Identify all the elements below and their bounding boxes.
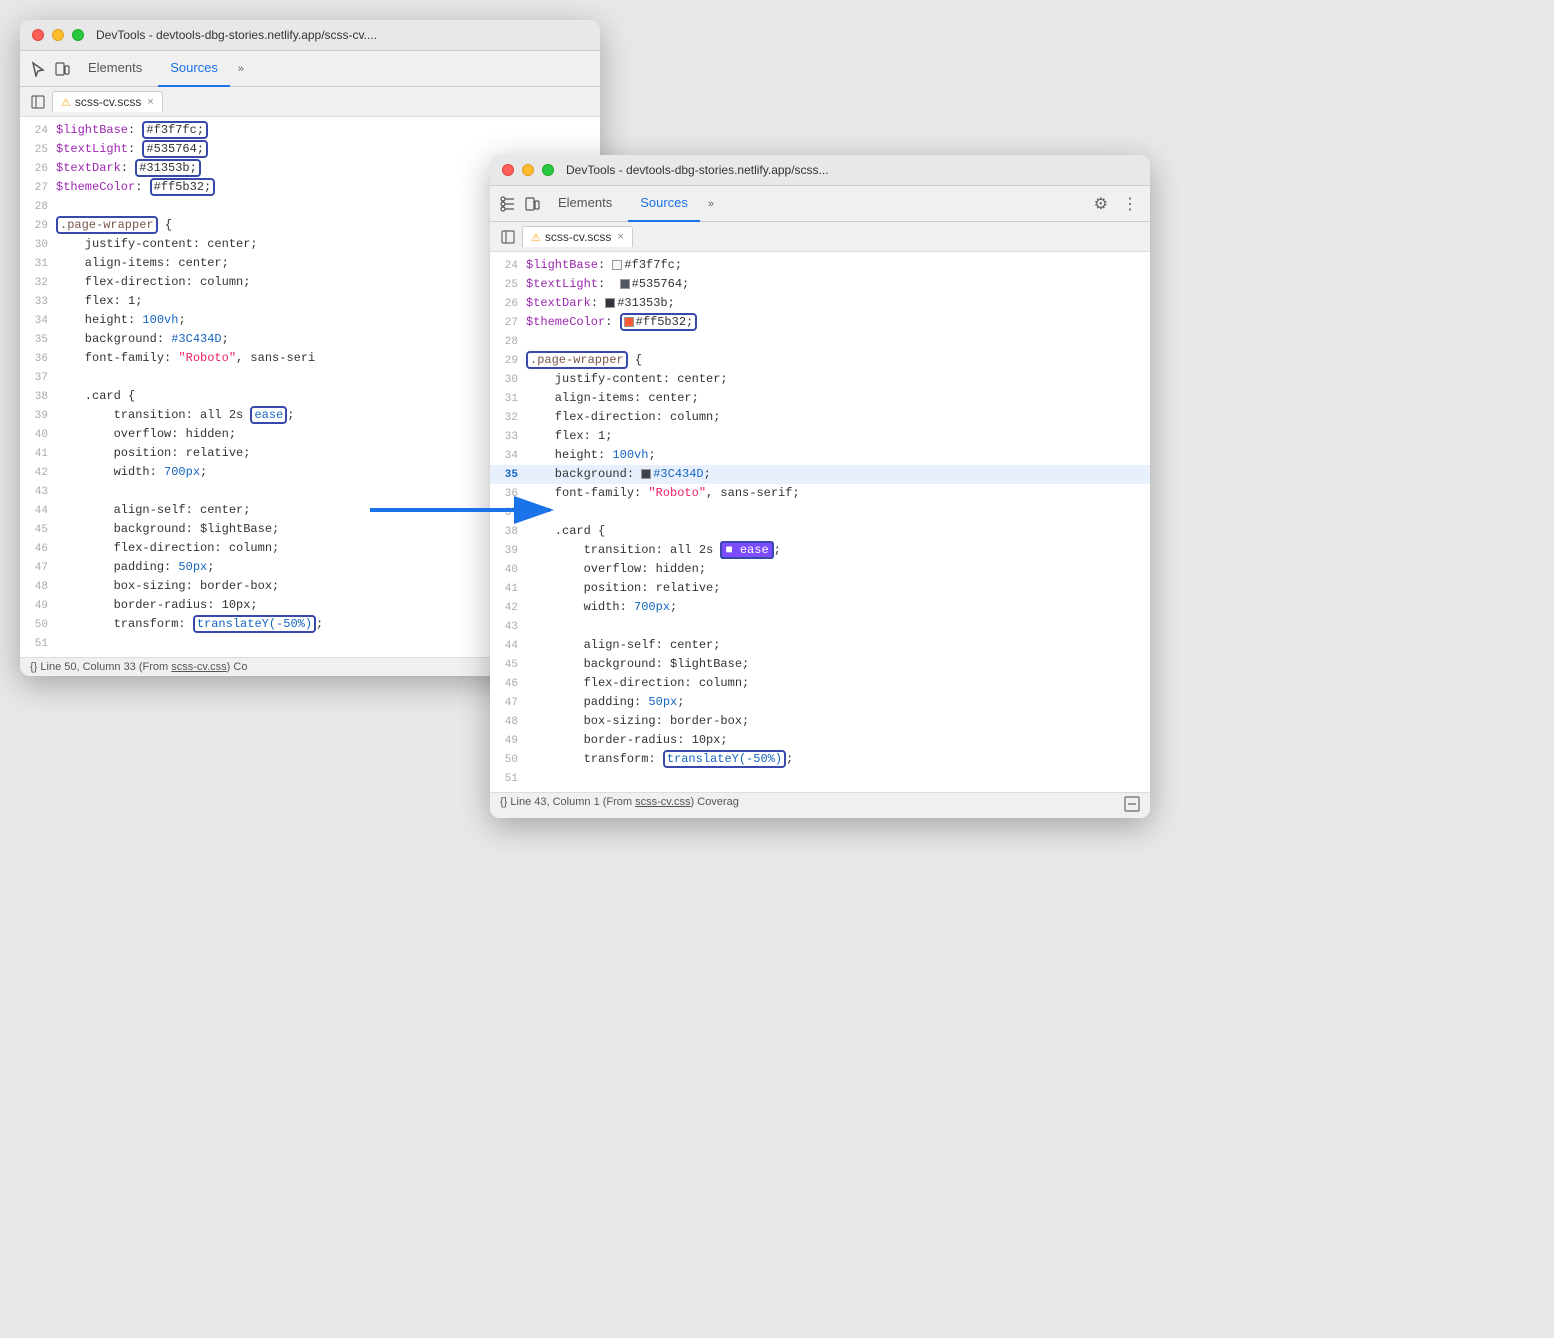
file-tab-bar-right: ⚠ scss-cv.scss ×: [490, 222, 1150, 252]
status-text-left: {} Line 50, Column 33 (From scss-cv.css)…: [30, 661, 247, 673]
tab-elements-right[interactable]: Elements: [546, 186, 624, 222]
file-tab-right[interactable]: ⚠ scss-cv.scss ×: [522, 226, 633, 247]
cursor-icon-right[interactable]: [498, 194, 518, 214]
chevron-more-left[interactable]: »: [238, 63, 244, 75]
tab-sources-left[interactable]: Sources: [158, 51, 230, 87]
titlebar-right: DevTools - devtools-dbg-stories.netlify.…: [490, 155, 1150, 186]
code-line-25-right: 25 $textLight: #535764;: [490, 275, 1150, 294]
status-text-right: {} Line 43, Column 1 (From scss-cv.css) …: [500, 796, 739, 815]
chevron-more-right[interactable]: »: [708, 198, 714, 210]
file-tab-label-left: scss-cv.scss: [75, 95, 141, 109]
sidebar-toggle-left[interactable]: [28, 92, 48, 112]
code-line-44-right: 44 align-self: center;: [490, 636, 1150, 655]
status-icon-right[interactable]: [1124, 796, 1140, 815]
traffic-red-left[interactable]: [32, 29, 44, 41]
devtools-window-right: DevTools - devtools-dbg-stories.netlify.…: [490, 155, 1150, 818]
titlebar-left: DevTools - devtools-dbg-stories.netlify.…: [20, 20, 600, 51]
code-line-45-right: 45 background: $lightBase;: [490, 655, 1150, 674]
code-area-right: 24 $lightBase: #f3f7fc; 25 $textLight: #…: [490, 252, 1150, 792]
cursor-icon[interactable]: [28, 59, 48, 79]
traffic-red-right[interactable]: [502, 164, 514, 176]
close-file-tab-left[interactable]: ×: [147, 96, 153, 108]
file-tab-bar-left: ⚠ scss-cv.scss ×: [20, 87, 600, 117]
code-line-32-right: 32 flex-direction: column;: [490, 408, 1150, 427]
code-line-51-right: 51: [490, 769, 1150, 788]
code-line-28-right: 28: [490, 332, 1150, 351]
code-line-24-right: 24 $lightBase: #f3f7fc;: [490, 256, 1150, 275]
code-line-30-right: 30 justify-content: center;: [490, 370, 1150, 389]
traffic-green-right[interactable]: [542, 164, 554, 176]
code-line-40-right: 40 overflow: hidden;: [490, 560, 1150, 579]
code-line-33-right: 33 flex: 1;: [490, 427, 1150, 446]
code-line-38-right: 38 .card {: [490, 522, 1150, 541]
close-file-tab-right[interactable]: ×: [617, 231, 623, 243]
warning-icon-left: ⚠: [61, 96, 71, 109]
code-line-48-right: 48 box-sizing: border-box;: [490, 712, 1150, 731]
code-line-29-right: 29 .page-wrapper {: [490, 351, 1150, 370]
file-tab-label-right: scss-cv.scss: [545, 230, 611, 244]
tab-sources-right[interactable]: Sources: [628, 186, 700, 222]
gear-icon-right[interactable]: ⚙: [1090, 190, 1112, 218]
code-line-46-right: 46 flex-direction: column;: [490, 674, 1150, 693]
code-lines-right: 24 $lightBase: #f3f7fc; 25 $textLight: #…: [490, 256, 1150, 788]
code-line-34-right: 34 height: 100vh;: [490, 446, 1150, 465]
code-line-42-right: 42 width: 700px;: [490, 598, 1150, 617]
code-line-24-left: 24 $lightBase: #f3f7fc;: [20, 121, 600, 140]
file-tab-left[interactable]: ⚠ scss-cv.scss ×: [52, 91, 163, 112]
code-line-41-right: 41 position: relative;: [490, 579, 1150, 598]
toolbar-left: Elements Sources »: [20, 51, 600, 87]
sidebar-toggle-right[interactable]: [498, 227, 518, 247]
code-line-27-right: 27 $themeColor: #ff5b32;: [490, 313, 1150, 332]
warning-icon-right: ⚠: [531, 231, 541, 244]
title-left: DevTools - devtools-dbg-stories.netlify.…: [96, 28, 377, 42]
device-icon[interactable]: [52, 59, 72, 79]
toolbar-right: Elements Sources » ⚙ ⋮: [490, 186, 1150, 222]
traffic-green-left[interactable]: [72, 29, 84, 41]
code-line-43-right: 43: [490, 617, 1150, 636]
traffic-yellow-right[interactable]: [522, 164, 534, 176]
code-line-37-right: 37: [490, 503, 1150, 522]
code-line-36-right: 36 font-family: "Roboto", sans-serif;: [490, 484, 1150, 503]
code-line-35-right: 35 background: #3C434D;: [490, 465, 1150, 484]
traffic-yellow-left[interactable]: [52, 29, 64, 41]
device-icon-right[interactable]: [522, 194, 542, 214]
title-right: DevTools - devtools-dbg-stories.netlify.…: [566, 163, 829, 177]
code-line-47-right: 47 padding: 50px;: [490, 693, 1150, 712]
code-line-39-right: 39 transition: all 2s ■ ease;: [490, 541, 1150, 560]
code-line-31-right: 31 align-items: center;: [490, 389, 1150, 408]
more-options-icon-right[interactable]: ⋮: [1118, 190, 1142, 218]
code-line-50-right: 50 transform: translateY(-50%);: [490, 750, 1150, 769]
status-bar-right: {} Line 43, Column 1 (From scss-cv.css) …: [490, 792, 1150, 818]
code-line-49-right: 49 border-radius: 10px;: [490, 731, 1150, 750]
tab-elements-left[interactable]: Elements: [76, 51, 154, 87]
code-line-26-right: 26 $textDark: #31353b;: [490, 294, 1150, 313]
